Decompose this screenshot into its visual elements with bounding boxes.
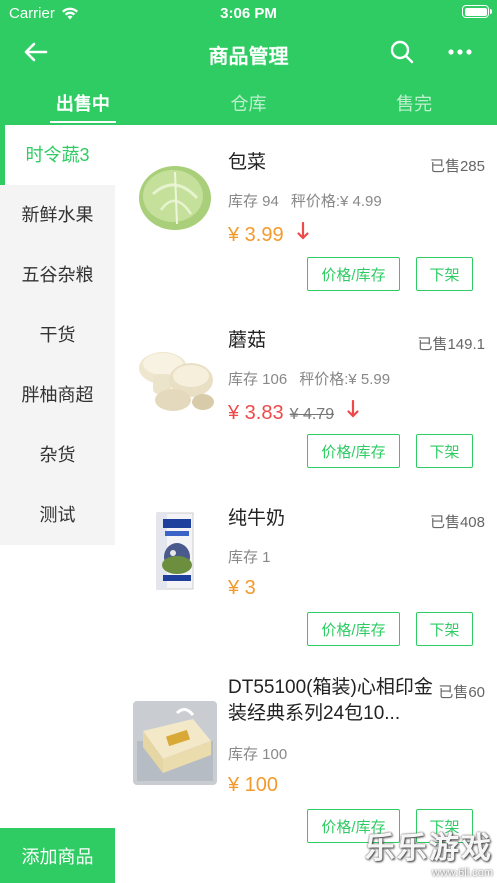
sold-count: 已售285 [429,158,485,175]
price-row: ¥ 3.83 ¥ 4.79 [228,399,360,425]
watermark-logo: 乐乐游戏 www.6ll.com [365,823,493,879]
milk-carton-image [156,512,194,590]
stock-count: 库存 106 [228,371,288,388]
sold-count: 已售408 [429,514,485,531]
product-item[interactable]: 纯牛奶 已售408 库存 1 ¥ 3 价格/库存 下架 [115,481,497,659]
current-price: ¥ 3.99 [228,224,284,246]
sidebar-item-dry-goods[interactable]: 干货 [0,305,115,365]
search-icon[interactable] [389,39,415,65]
page-title: 商品管理 [208,46,289,68]
product-item[interactable]: 包菜 已售285 库存 94 秤价格:¥ 4.99 ¥ 3.99 价格/库存 下架 [115,125,497,303]
sidebar-blank-area [0,545,115,829]
tab-sold-out[interactable]: 售完 [331,82,497,125]
tissue-pack-image [133,701,217,785]
stock-info: 库存 100 [228,743,299,764]
sidebar-item-fresh-fruit[interactable]: 新鲜水果 [0,185,115,245]
sidebar-item-groceries[interactable]: 杂货 [0,425,115,485]
category-sidebar: 时令蔬3 新鲜水果 五谷杂粮 干货 胖柚商超 杂货 测试 添加商品 [0,125,115,883]
price-row: ¥ 100 [228,774,278,797]
tab-warehouse[interactable]: 仓库 [166,82,332,125]
nav-bar: 商品管理 [0,30,497,74]
status-time: 3:06 PM [220,5,277,22]
current-price: ¥ 100 [228,774,279,796]
reference-price: 秤价格:¥ 5.99 [299,371,391,388]
stock-count: 库存 94 [228,193,279,210]
product-name: DT55100(箱装)心相印金装经典系列24包10... [228,677,433,724]
battery-icon [462,5,492,18]
current-price: ¥ 3.83 [228,402,284,424]
product-item[interactable]: 蘑菇 已售149.1 库存 106 秤价格:¥ 5.99 ¥ 3.83 ¥ 4.7… [115,303,497,481]
watermark-title: 乐乐游戏 [365,832,493,865]
sidebar-item-test[interactable]: 测试 [0,485,115,545]
sidebar-item-supermarket[interactable]: 胖柚商超 [0,365,115,425]
stock-info: 库存 106 秤价格:¥ 5.99 [228,368,402,389]
reference-price: 秤价格:¥ 4.99 [290,193,382,210]
price-row: ¥ 3.99 [228,221,310,247]
watermark-url: www.6ll.com [431,867,493,879]
price-row: ¥ 3 [228,577,256,600]
tab-bar: 出售中 仓库 售完 [0,82,497,125]
price-down-icon [347,399,359,418]
sidebar-item-seasonal-vegetables[interactable]: 时令蔬3 [0,125,115,185]
product-name: 包菜 [228,152,267,173]
stock-info: 库存 1 [228,546,283,567]
header-bar: Carrier 3:06 PM 商品管理 出售中 仓库 售完 [0,0,497,125]
tab-on-sale[interactable]: 出售中 [0,82,166,125]
stock-count: 库存 1 [228,549,271,566]
current-price: ¥ 3 [228,577,256,599]
product-name: 蘑菇 [228,330,267,351]
sold-count: 已售149.1 [417,336,485,353]
more-icon[interactable] [446,39,474,65]
price-down-icon [297,221,309,240]
stock-info: 库存 94 秤价格:¥ 4.99 [228,190,394,211]
product-list: 包菜 已售285 库存 94 秤价格:¥ 4.99 ¥ 3.99 价格/库存 下架… [115,125,497,883]
product-name: 纯牛奶 [228,508,286,529]
cabbage-image [139,166,211,230]
add-product-button[interactable]: 添加商品 [0,828,115,883]
off-shelf-button[interactable]: 下架 [416,257,473,291]
off-shelf-button[interactable]: 下架 [416,612,473,646]
price-stock-button[interactable]: 价格/库存 [307,257,400,291]
status-bar: Carrier 3:06 PM [0,0,497,26]
product-item[interactable]: DT55100(箱装)心相印金装经典系列24包10... 已售60 库存 100… [115,659,497,843]
stock-count: 库存 100 [228,746,288,763]
sold-count: 已售60 [438,684,485,701]
original-price: ¥ 4.79 [289,406,335,423]
off-shelf-button[interactable]: 下架 [416,434,473,468]
price-stock-button[interactable]: 价格/库存 [307,434,400,468]
sidebar-item-grains[interactable]: 五谷杂粮 [0,245,115,305]
mushroom-image [139,352,214,411]
price-stock-button[interactable]: 价格/库存 [307,612,400,646]
